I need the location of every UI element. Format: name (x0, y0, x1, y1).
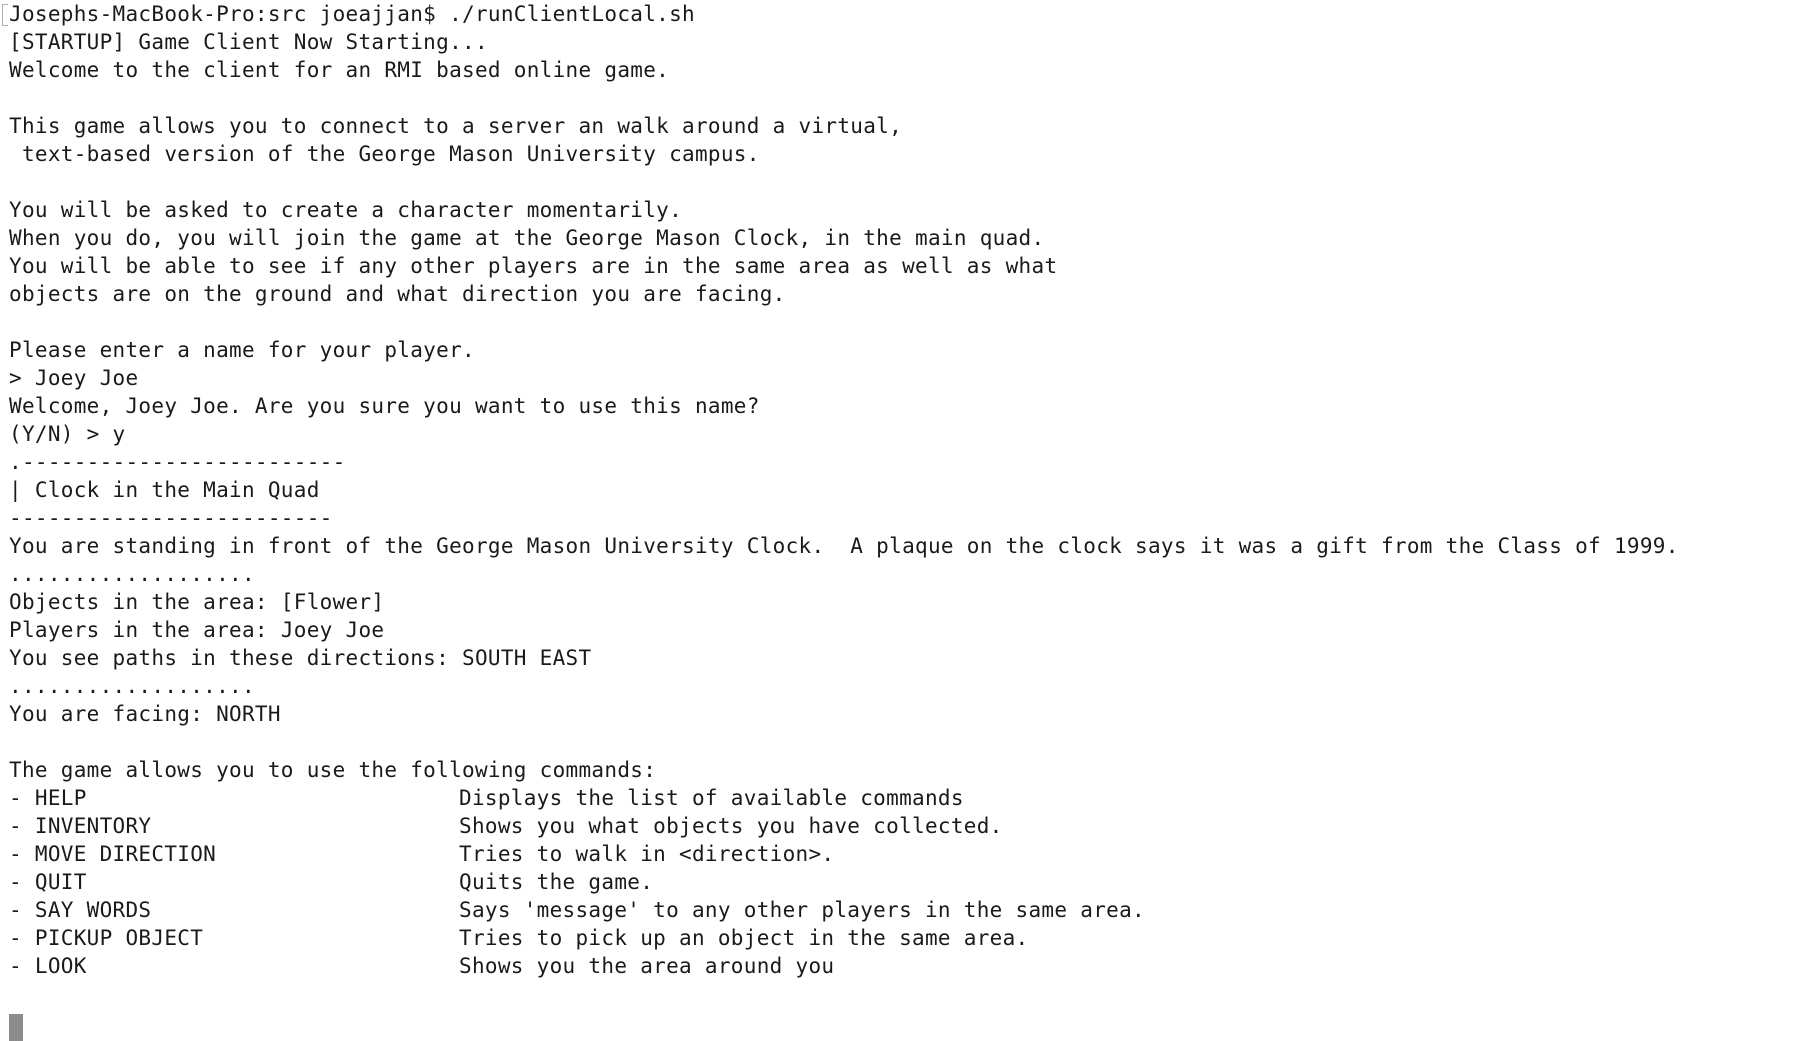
prompt-line[interactable] (9, 1008, 1818, 1041)
terminal-line: You are standing in front of the George … (9, 534, 1679, 558)
terminal-line: .------------------------- (9, 450, 346, 474)
command-name: - SAY WORDS (9, 898, 152, 922)
terminal-line: Josephs-MacBook-Pro:src joeajjan$ ./runC… (9, 2, 695, 26)
command-description: Shows you the area around you (459, 954, 835, 978)
terminal-line: > Joey Joe (9, 366, 139, 390)
terminal-line: You are facing: NORTH (9, 702, 281, 726)
terminal-line: Welcome to the client for an RMI based o… (9, 58, 670, 82)
terminal-line: | Clock in the Main Quad (9, 478, 320, 502)
terminal-line: You will be asked to create a character … (9, 198, 683, 222)
terminal-line: Players in the area: Joey Joe (9, 618, 385, 642)
terminal-line: This game allows you to connect to a ser… (9, 114, 903, 138)
command-row: - HELP Displays the list of available co… (9, 784, 1818, 812)
command-name: - INVENTORY (9, 814, 152, 838)
terminal-edge-marker (2, 4, 8, 26)
terminal-line: Welcome, Joey Joe. Are you sure you want… (9, 394, 760, 418)
command-name: - MOVE DIRECTION (9, 842, 217, 866)
terminal-line: You see paths in these directions: SOUTH… (9, 646, 592, 670)
command-name: - HELP (9, 786, 87, 810)
terminal-line: (Y/N) > y (9, 422, 126, 446)
command-description: Says 'message' to any other players in t… (459, 898, 1145, 922)
terminal-line: [STARTUP] Game Client Now Starting... (9, 30, 488, 54)
terminal-window[interactable]: Josephs-MacBook-Pro:src joeajjan$ ./runC… (0, 0, 1818, 1041)
text-cursor (9, 1014, 23, 1041)
terminal-line: Please enter a name for your player. (9, 338, 475, 362)
command-name: - LOOK (9, 954, 87, 978)
terminal-line: objects are on the ground and what direc… (9, 282, 786, 306)
command-description: Tries to pick up an object in the same a… (459, 926, 1029, 950)
command-row: - MOVE DIRECTION Tries to walk in <direc… (9, 840, 1818, 868)
terminal-line: The game allows you to use the following… (9, 758, 657, 782)
command-row: - SAY WORDS Says 'message' to any other … (9, 896, 1818, 924)
command-name: - PICKUP OBJECT (9, 926, 204, 950)
terminal-line: ................... (9, 674, 255, 698)
command-description: Shows you what objects you have collecte… (459, 814, 1003, 838)
command-row: - INVENTORY Shows you what objects you h… (9, 812, 1818, 840)
command-row: - PICKUP OBJECT Tries to pick up an obje… (9, 924, 1818, 952)
terminal-line: text-based version of the George Mason U… (9, 142, 760, 166)
terminal-line: When you do, you will join the game at t… (9, 226, 1045, 250)
terminal-line: ------------------------- (9, 506, 333, 530)
terminal-line: You will be able to see if any other pla… (9, 254, 1058, 278)
command-name: - QUIT (9, 870, 87, 894)
terminal-line: Objects in the area: [Flower] (9, 590, 385, 614)
command-row: - LOOK Shows you the area around you (9, 952, 1818, 980)
command-description: Tries to walk in <direction>. (459, 842, 835, 866)
terminal-line: ................... (9, 562, 255, 586)
command-description: Quits the game. (459, 870, 654, 894)
command-description: Displays the list of available commands (459, 786, 964, 810)
command-row: - QUIT Quits the game. (9, 868, 1818, 896)
